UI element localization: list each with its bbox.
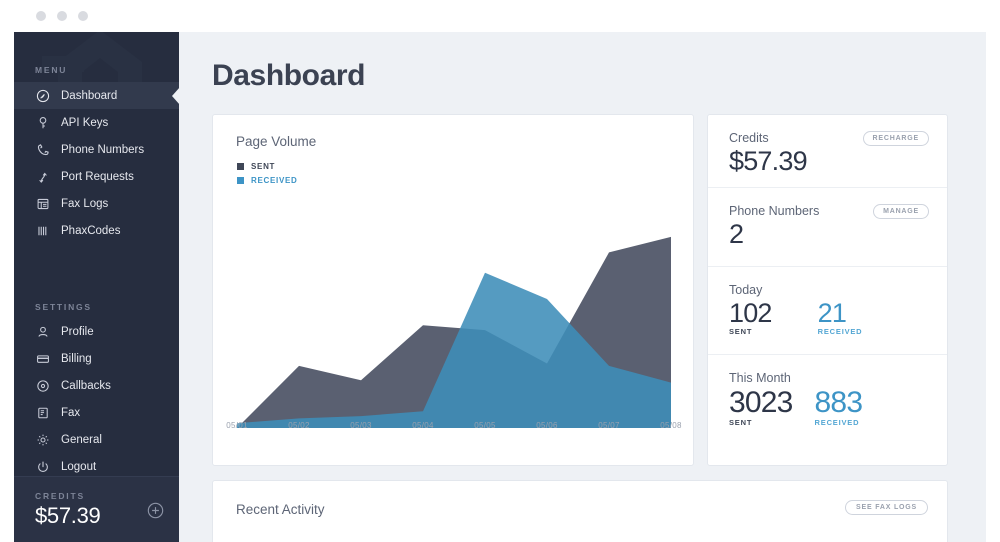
barcode-icon [35, 223, 50, 238]
stat-value: 102 [729, 298, 772, 328]
see-fax-logs-button[interactable]: SEE FAX LOGS [845, 500, 928, 515]
app-window: MENU Dashboard API Keys Phone Numbers Po… [0, 0, 1000, 542]
sidebar-item-phaxcodes[interactable]: PhaxCodes [14, 217, 179, 244]
x-axis-tick-label: 05/08 [660, 421, 682, 430]
power-icon [35, 459, 50, 474]
window-controls [36, 11, 88, 21]
legend-label: SENT [251, 161, 276, 171]
sidebar-item-phone-numbers[interactable]: Phone Numbers [14, 136, 179, 163]
stat-month-received: 883 RECEIVED [815, 385, 863, 427]
stat-sublabel: RECEIVED [817, 327, 863, 336]
recent-activity-title: Recent Activity [236, 502, 325, 517]
sidebar-section-menu: MENU [35, 65, 68, 75]
x-axis-tick-label: 05/04 [412, 421, 434, 430]
main-content: Dashboard Page Volume SENT RECEIVED 05/0… [179, 32, 986, 542]
sidebar-item-label: Port Requests [61, 170, 134, 183]
sidebar-item-profile[interactable]: Profile [14, 318, 179, 345]
sidebar-item-label: Billing [61, 352, 92, 365]
sidebar-item-label: Phone Numbers [61, 143, 145, 156]
stat-today: Today 102 SENT 21 RECEIVED [708, 267, 947, 355]
sidebar-item-port-requests[interactable]: Port Requests [14, 163, 179, 190]
stats-card: Credits $57.39 RECHARGE Phone Numbers 2 … [707, 114, 948, 466]
area-chart [213, 211, 693, 431]
stat-heading: This Month [729, 371, 791, 385]
app-body: MENU Dashboard API Keys Phone Numbers Po… [14, 32, 986, 542]
credits-value: $57.39 [35, 503, 101, 528]
legend-swatch [237, 162, 244, 170]
sidebar-item-callbacks[interactable]: Callbacks [14, 372, 179, 399]
sidebar-item-general[interactable]: General [14, 426, 179, 453]
user-icon [35, 324, 50, 339]
sidebar-item-label: Profile [61, 325, 94, 338]
legend-item-sent: SENT [237, 159, 298, 173]
page-volume-card: Page Volume SENT RECEIVED 05/01 05/02 05/0… [212, 114, 694, 466]
legend-label: RECEIVED [251, 175, 298, 185]
sidebar-item-dashboard[interactable]: Dashboard [14, 82, 179, 109]
sidebar-section-settings: SETTINGS [35, 302, 92, 312]
close-icon[interactable] [36, 11, 46, 21]
sidebar-item-label: Logout [61, 460, 97, 473]
stat-value: 2 [729, 219, 744, 249]
recharge-button[interactable]: RECHARGE [862, 131, 929, 146]
manage-button[interactable]: MANAGE [873, 204, 929, 219]
callback-icon [35, 378, 50, 393]
x-axis-tick-label: 05/01 [226, 421, 248, 430]
stat-value: $57.39 [729, 146, 808, 176]
phone-icon [35, 142, 50, 157]
stat-value: 3023 [729, 386, 793, 419]
stat-today-sent: 102 SENT [729, 297, 772, 336]
gear-icon [35, 432, 50, 447]
x-axis-tick-label: 05/03 [350, 421, 372, 430]
chart-canvas [237, 236, 671, 428]
sidebar-item-fax[interactable]: Fax [14, 399, 179, 426]
maximize-icon[interactable] [78, 11, 88, 21]
recent-activity-card: Recent Activity SEE FAX LOGS [212, 480, 948, 542]
stat-today-received: 21 RECEIVED [818, 297, 863, 336]
sidebar-item-label: Callbacks [61, 379, 111, 392]
fax-icon [35, 405, 50, 420]
stat-phone-numbers: Phone Numbers 2 MANAGE [708, 188, 947, 267]
page-title: Dashboard [212, 59, 366, 92]
stat-sublabel: RECEIVED [814, 418, 860, 427]
legend-swatch [237, 176, 244, 184]
plus-circle-icon[interactable] [147, 502, 164, 519]
chart-legend: SENT RECEIVED [237, 159, 298, 187]
x-axis-tick-label: 05/07 [598, 421, 620, 430]
x-axis-tick-label: 05/02 [288, 421, 310, 430]
minimize-icon[interactable] [57, 11, 67, 21]
stat-value: 21 [817, 298, 847, 328]
sidebar-item-label: Fax Logs [61, 197, 109, 210]
sidebar-item-label: API Keys [61, 116, 109, 129]
credits-label: CREDITS [35, 491, 85, 501]
chart-x-axis: 05/01 05/02 05/03 05/04 05/05 05/06 05/07 05/08 [213, 421, 693, 439]
legend-item-received: RECEIVED [237, 173, 298, 187]
card-icon [35, 351, 50, 366]
sidebar: MENU Dashboard API Keys Phone Numbers Po… [14, 32, 179, 542]
stat-this-month: This Month 3023 SENT 883 RECEIVED [708, 355, 947, 465]
sidebar-nav-settings: Profile Billing Callbacks Fax General Lo… [14, 318, 179, 480]
list-icon [35, 196, 50, 211]
stat-value: 883 [814, 386, 863, 419]
sidebar-item-api-keys[interactable]: API Keys [14, 109, 179, 136]
stat-heading: Today [729, 283, 763, 297]
x-axis-tick-label: 05/05 [474, 421, 496, 430]
window-titlebar [14, 0, 986, 32]
sidebar-item-label: General [61, 433, 102, 446]
dashboard-icon [35, 88, 50, 103]
transfer-icon [35, 169, 50, 184]
sidebar-credits: CREDITS $57.39 [14, 476, 179, 542]
x-axis-tick-label: 05/06 [536, 421, 558, 430]
chart-title: Page Volume [236, 134, 317, 149]
sidebar-item-billing[interactable]: Billing [14, 345, 179, 372]
sidebar-nav-menu: Dashboard API Keys Phone Numbers Port Re… [14, 82, 179, 244]
sidebar-item-label: Dashboard [61, 89, 118, 102]
sidebar-item-label: Fax [61, 406, 81, 419]
sidebar-item-fax-logs[interactable]: Fax Logs [14, 190, 179, 217]
sidebar-item-label: PhaxCodes [61, 224, 121, 237]
stat-credits: Credits $57.39 RECHARGE [708, 115, 947, 188]
key-icon [35, 115, 50, 130]
stat-month-sent: 3023 SENT [729, 385, 793, 427]
